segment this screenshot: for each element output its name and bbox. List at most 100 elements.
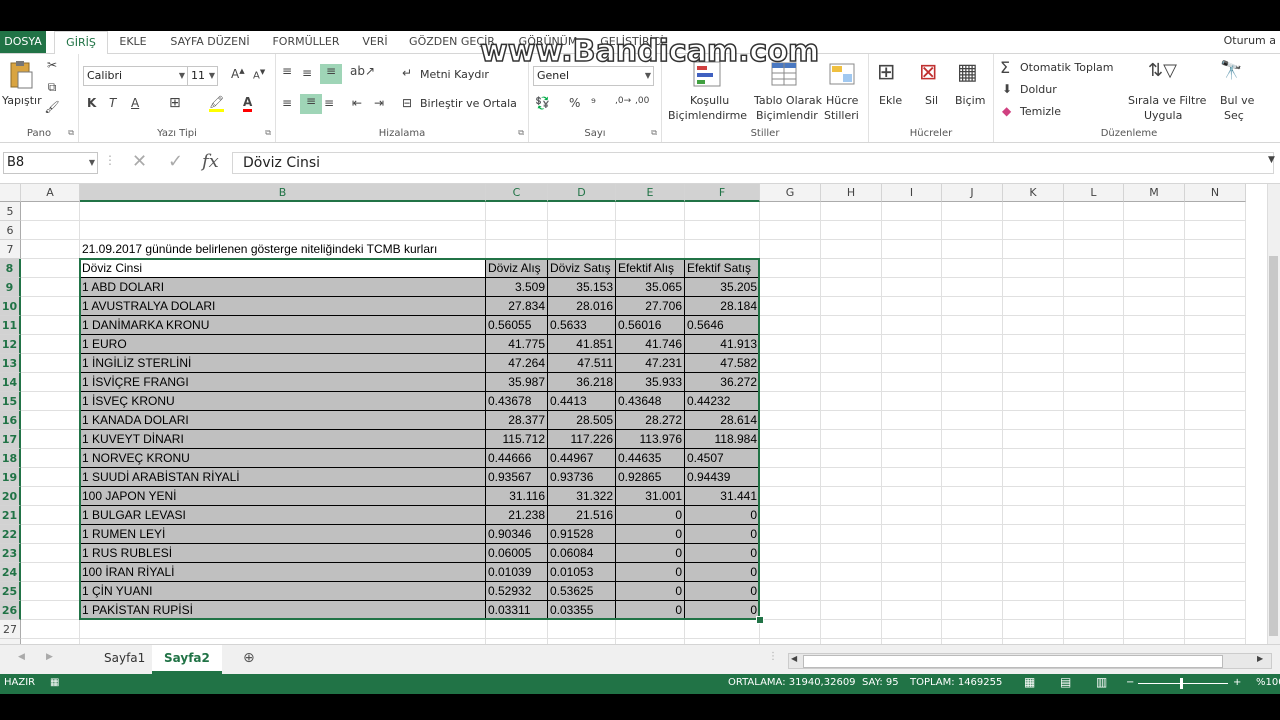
conditional-formatting-label-1[interactable]: Koşullu <box>690 94 729 107</box>
column-header-c[interactable]: C <box>486 184 548 202</box>
currency-name-cell[interactable]: 1 RUMEN LEYİ <box>80 525 486 544</box>
rate-cell[interactable]: 0.5646 <box>685 316 760 335</box>
rate-cell[interactable]: 113.976 <box>616 430 685 449</box>
scroll-left-icon[interactable]: ◀ <box>791 654 797 663</box>
column-header-j[interactable]: J <box>942 184 1003 202</box>
rate-cell[interactable]: 0.5633 <box>548 316 616 335</box>
formula-input[interactable]: Döviz Cinsi <box>232 152 1274 174</box>
rate-cell[interactable]: 0 <box>685 506 760 525</box>
currency-name-cell[interactable]: 1 SUUDİ ARABİSTAN RİYALİ <box>80 468 486 487</box>
rate-cell[interactable]: 118.984 <box>685 430 760 449</box>
column-header-i[interactable]: I <box>882 184 942 202</box>
table-header-cell[interactable]: Döviz Alış <box>486 259 548 278</box>
cell-styles-label-2[interactable]: Stilleri <box>824 109 859 122</box>
find-select-label-2[interactable]: Seç <box>1224 109 1244 122</box>
row-header-15[interactable]: 15 <box>0 392 21 411</box>
rate-cell[interactable]: 0.03355 <box>548 601 616 620</box>
row-header-5[interactable]: 5 <box>0 202 21 221</box>
rate-cell[interactable]: 28.184 <box>685 297 760 316</box>
rate-cell[interactable]: 41.746 <box>616 335 685 354</box>
sheet-title-cell[interactable]: 21.09.2017 gününde belirlenen gösterge n… <box>80 240 500 259</box>
number-format-select[interactable]: Genel ▼ <box>533 66 654 86</box>
currency-name-cell[interactable]: 100 İRAN RİYALİ <box>80 563 486 582</box>
currency-name-cell[interactable]: 1 ÇİN YUANI <box>80 582 486 601</box>
currency-name-cell[interactable]: 1 İNGİLİZ STERLİNİ <box>80 354 486 373</box>
rate-cell[interactable]: 47.231 <box>616 354 685 373</box>
rate-cell[interactable]: 0 <box>685 563 760 582</box>
cut-icon[interactable]: ✂ <box>44 58 60 72</box>
rate-cell[interactable]: 0.94439 <box>685 468 760 487</box>
borders-icon[interactable]: ⊞ <box>169 95 181 111</box>
rate-cell[interactable]: 115.712 <box>486 430 548 449</box>
currency-name-cell[interactable]: 1 BULGAR LEVASI <box>80 506 486 525</box>
row-header-9[interactable]: 9 <box>0 278 21 297</box>
decrease-decimal-icon[interactable]: ,00 <box>635 96 649 106</box>
cancel-icon[interactable]: ✕ <box>132 151 147 172</box>
currency-name-cell[interactable]: 1 AVUSTRALYA DOLARI <box>80 297 486 316</box>
zoom-slider-thumb[interactable] <box>1180 678 1183 689</box>
row-header-13[interactable]: 13 <box>0 354 21 373</box>
fill-handle[interactable] <box>756 616 764 624</box>
row-header-26[interactable]: 26 <box>0 601 21 620</box>
rate-cell[interactable]: 28.016 <box>548 297 616 316</box>
column-header-l[interactable]: L <box>1064 184 1124 202</box>
underline-button[interactable]: A <box>131 96 139 110</box>
tab-insert[interactable]: EKLE <box>112 31 154 53</box>
row-header-7[interactable]: 7 <box>0 240 21 259</box>
rate-cell[interactable]: 0.01039 <box>486 563 548 582</box>
rate-cell[interactable]: 0 <box>616 601 685 620</box>
rate-cell[interactable]: 41.851 <box>548 335 616 354</box>
rate-cell[interactable]: 47.264 <box>486 354 548 373</box>
column-header-g[interactable]: G <box>760 184 821 202</box>
row-header-16[interactable]: 16 <box>0 411 21 430</box>
row-header-8[interactable]: 8 <box>0 259 21 278</box>
rate-cell[interactable]: 0 <box>685 582 760 601</box>
rate-cell[interactable]: 0.4507 <box>685 449 760 468</box>
fill-color-icon[interactable]: 🖍 <box>209 95 225 112</box>
currency-name-cell[interactable]: 1 NORVEÇ KRONU <box>80 449 486 468</box>
column-header-d[interactable]: D <box>548 184 616 202</box>
row-header-17[interactable]: 17 <box>0 430 21 449</box>
table-header-cell[interactable]: Döviz Cinsi <box>80 259 486 278</box>
column-header-h[interactable]: H <box>821 184 882 202</box>
font-launcher-icon[interactable]: ⧉ <box>265 128 271 138</box>
rate-cell[interactable]: 35.153 <box>548 278 616 297</box>
find-select-label-1[interactable]: Bul ve <box>1220 94 1254 107</box>
row-header-22[interactable]: 22 <box>0 525 21 544</box>
row-header-27[interactable]: 27 <box>0 620 21 639</box>
format-as-table-label-1[interactable]: Tablo Olarak <box>754 94 822 107</box>
row-header-25[interactable]: 25 <box>0 582 21 601</box>
rate-cell[interactable]: 0.90346 <box>486 525 548 544</box>
select-all-corner[interactable] <box>0 184 21 202</box>
align-middle-icon[interactable]: ≡ <box>302 66 312 80</box>
rate-cell[interactable]: 35.933 <box>616 373 685 392</box>
bold-button[interactable]: K <box>87 96 96 110</box>
increase-decimal-icon[interactable]: ,0→ <box>615 96 631 106</box>
alignment-launcher-icon[interactable]: ⧉ <box>518 128 524 138</box>
row-header-12[interactable]: 12 <box>0 335 21 354</box>
currency-name-cell[interactable]: 1 İSVEÇ KRONU <box>80 392 486 411</box>
rate-cell[interactable]: 0 <box>616 525 685 544</box>
number-launcher-icon[interactable]: ⧉ <box>651 128 657 138</box>
currency-name-cell[interactable]: 1 KUVEYT DİNARI <box>80 430 486 449</box>
currency-name-cell[interactable]: 1 ABD DOLARI <box>80 278 486 297</box>
rate-cell[interactable]: 31.441 <box>685 487 760 506</box>
column-header-n[interactable]: N <box>1185 184 1246 202</box>
rate-cell[interactable]: 28.614 <box>685 411 760 430</box>
rate-cell[interactable]: 0 <box>685 601 760 620</box>
format-as-table-label-2[interactable]: Biçimlendir <box>756 109 818 122</box>
rate-cell[interactable]: 0.93567 <box>486 468 548 487</box>
vertical-scroll-thumb[interactable] <box>1269 256 1278 636</box>
rate-cell[interactable]: 31.322 <box>548 487 616 506</box>
cell-styles-label-1[interactable]: Hücre <box>826 94 858 107</box>
rate-cell[interactable]: 0.44666 <box>486 449 548 468</box>
rate-cell[interactable]: 35.987 <box>486 373 548 392</box>
worksheet-grid[interactable]: ABCDEFGHIJKLMN 5 6 7 8 9 10 11 12 13 14 15 16 17 18 19… <box>0 184 1280 644</box>
rate-cell[interactable]: 0.44232 <box>685 392 760 411</box>
currency-icon[interactable]: 💱 <box>535 96 550 110</box>
row-header-21[interactable]: 21 <box>0 506 21 525</box>
insert-function-icon[interactable]: fx <box>202 151 219 172</box>
rate-cell[interactable]: 36.272 <box>685 373 760 392</box>
rate-cell[interactable]: 0.03311 <box>486 601 548 620</box>
row-header-6[interactable]: 6 <box>0 221 21 240</box>
